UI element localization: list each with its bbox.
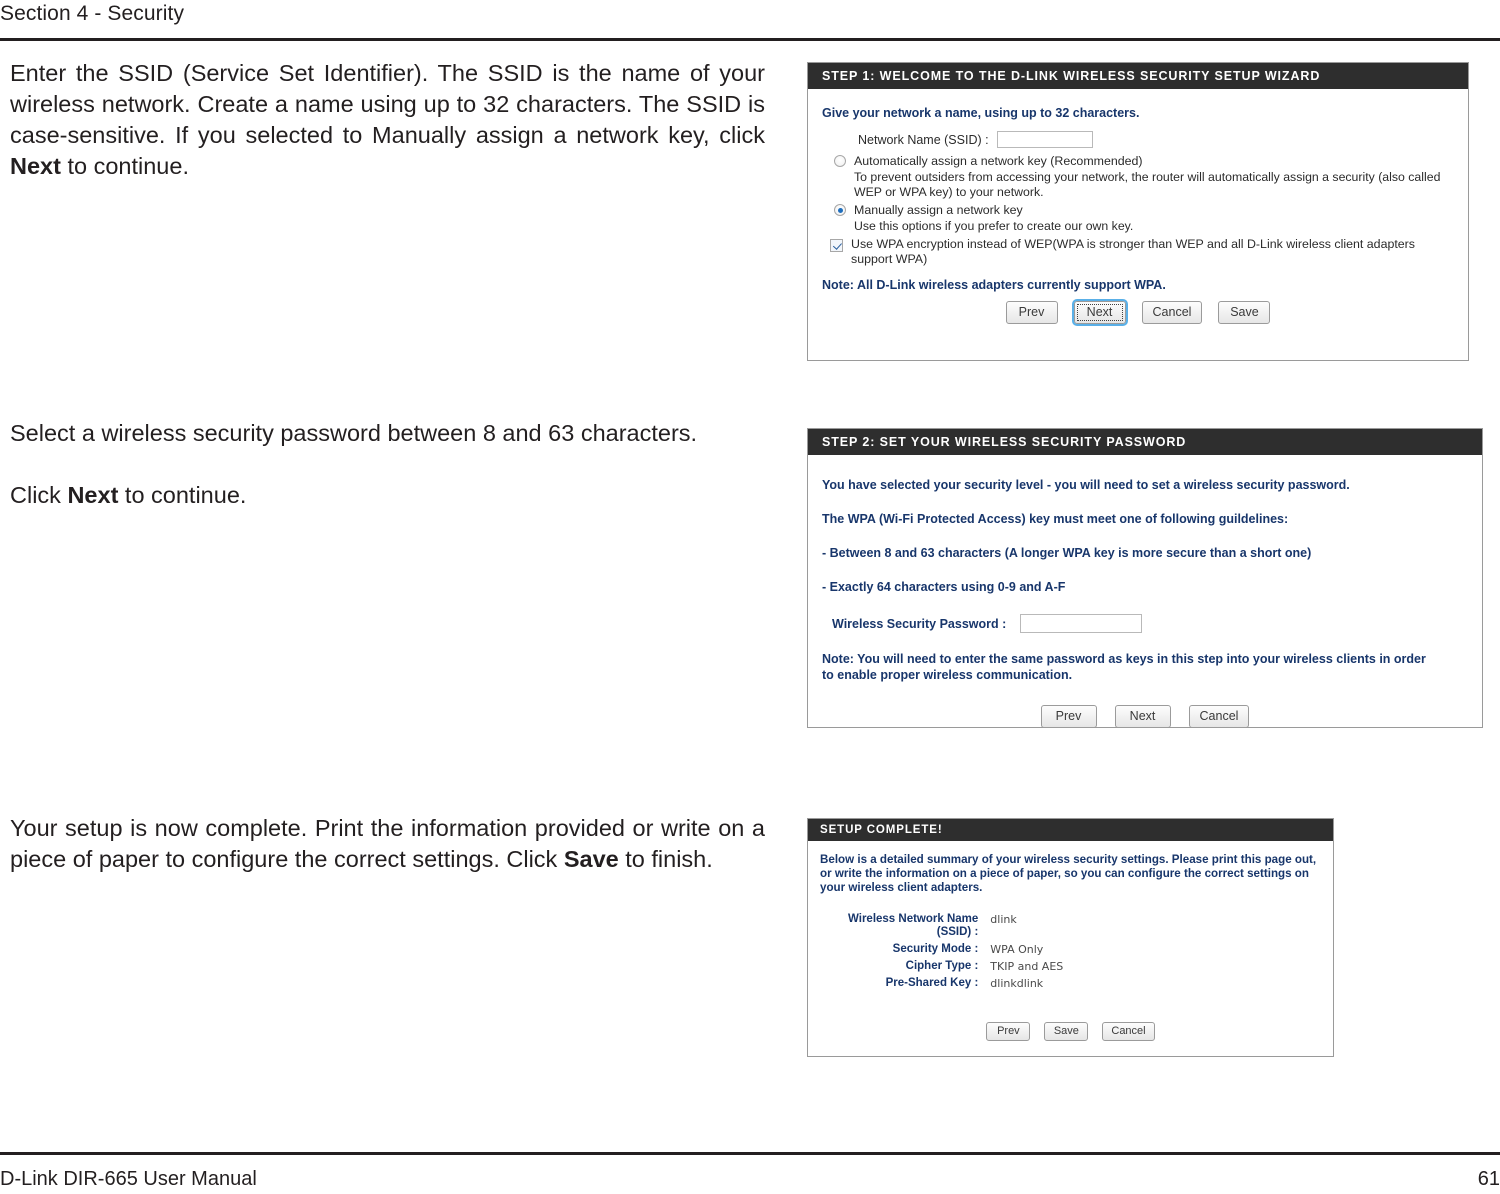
step2-line3: - Between 8 and 63 characters (A longer … [822, 546, 1312, 560]
ssid-input[interactable] [996, 131, 1093, 148]
paragraph-step2-bold-next: Next [67, 482, 119, 508]
wireless-summary-table: Wireless Network Name (SSID) : dlink Sec… [848, 911, 1063, 992]
paragraph-step1-text-a: Enter the SSID (Service Set Identifier).… [10, 60, 765, 148]
manual-key-option-row[interactable]: Manually assign a network key [834, 203, 1454, 218]
complete-prev-button[interactable]: Prev [986, 1022, 1031, 1041]
paragraph-step1: Enter the SSID (Service Set Identifier).… [10, 58, 765, 182]
auto-key-radio[interactable] [834, 155, 846, 167]
summary-value-security-mode: WPA Only [990, 943, 1044, 956]
step1-save-button[interactable]: Save [1218, 301, 1271, 324]
step2-next-button[interactable]: Next [1114, 705, 1171, 728]
step2-panel-title: STEP 2: SET YOUR WIRELESS SECURITY PASSW… [808, 429, 1482, 455]
step1-lead-text: Give your network a name, using up to 32… [822, 106, 1140, 120]
ssid-label: Network Name (SSID) : [858, 132, 989, 147]
paragraph-step2-line2: Click Next to continue. [10, 480, 765, 511]
paragraph-step2-text-b: to continue. [118, 482, 247, 508]
page-footer: D-Link DIR-665 User Manual 61 [0, 1144, 1500, 1194]
step1-note: Note: All D-Link wireless adapters curre… [822, 278, 1166, 292]
step1-next-button[interactable]: Next [1071, 299, 1128, 326]
step2-line2: The WPA (Wi-Fi Protected Access) key mus… [822, 512, 1289, 526]
step1-prev-button[interactable]: Prev [1005, 301, 1058, 324]
step2-prev-button[interactable]: Prev [1040, 705, 1097, 728]
table-row: Cipher Type : TKIP and AES [848, 958, 1064, 975]
summary-key-pre-shared-key: Pre-Shared Key : [885, 977, 979, 989]
auto-key-option-row[interactable]: Automatically assign a network key (Reco… [834, 154, 1454, 169]
password-label: Wireless Security Password : [832, 616, 1007, 631]
password-field-row: Wireless Security Password : [832, 614, 1468, 633]
table-row: Wireless Network Name (SSID) : dlink [848, 911, 1063, 941]
paragraph-step1-text-b: to continue. [60, 153, 189, 179]
paragraph-step2: Select a wireless security password betw… [10, 418, 765, 511]
page-title: Section 4 - Security [0, 2, 185, 25]
paragraph-step1-bold-next: Next [10, 153, 61, 179]
paragraph-step2-line1: Select a wireless security password betw… [10, 420, 698, 446]
step2-panel-body: You have selected your security level - … [808, 455, 1482, 738]
setup-complete-panel-body: Below is a detailed summary of your wire… [808, 841, 1333, 1049]
wpa-encryption-option-row[interactable]: Use WPA encryption instead of WEP(WPA is… [830, 237, 1454, 267]
step2-note: Note: You will need to enter the same pa… [822, 652, 1426, 682]
step2-panel: STEP 2: SET YOUR WIRELESS SECURITY PASSW… [807, 428, 1483, 728]
footer-page-number: 61 [1477, 1168, 1500, 1190]
paragraph-complete: Your setup is now complete. Print the in… [10, 813, 765, 875]
complete-cancel-button[interactable]: Cancel [1102, 1022, 1155, 1041]
footer-divider [0, 1152, 1500, 1155]
summary-value-pre-shared-key: dlinkdlink [990, 977, 1044, 990]
step1-panel-title: STEP 1: WELCOME TO THE D-LINK WIRELESS S… [808, 63, 1468, 89]
paragraph-step2-spacer [10, 449, 765, 480]
wpa-encryption-label: Use WPA encryption instead of WEP(WPA is… [851, 237, 1416, 266]
manual-key-radio[interactable] [834, 204, 846, 216]
auto-key-description: To prevent outsiders from accessing your… [854, 170, 1441, 199]
auto-key-label: Automatically assign a network key (Reco… [854, 154, 1143, 168]
setup-complete-panel: SETUP COMPLETE! Below is a detailed summ… [807, 818, 1334, 1057]
setup-complete-panel-title: SETUP COMPLETE! [808, 819, 1333, 841]
ssid-field-row: Network Name (SSID) : [858, 131, 1454, 148]
paragraph-complete-bold-save: Save [563, 846, 619, 872]
manual-key-label: Manually assign a network key [854, 203, 1023, 217]
setup-complete-intro: Below is a detailed summary of your wire… [820, 853, 1317, 894]
summary-value-cipher-type: TKIP and AES [990, 960, 1064, 973]
table-row: Pre-Shared Key : dlinkdlink [848, 975, 1063, 992]
page-header: Section 4 - Security [0, 0, 1500, 44]
summary-value-ssid: dlink [990, 913, 1017, 926]
paragraph-step2-text-a: Click [10, 482, 68, 508]
complete-save-button[interactable]: Save [1044, 1022, 1089, 1041]
table-row: Security Mode : WPA Only [848, 941, 1063, 958]
summary-key-security-mode: Security Mode : [892, 943, 979, 955]
password-input[interactable] [1020, 614, 1143, 633]
summary-key-cipher-type: Cipher Type : [905, 960, 979, 972]
step2-cancel-button[interactable]: Cancel [1188, 705, 1250, 728]
footer-manual-name: D-Link DIR-665 User Manual [0, 1168, 257, 1190]
step2-button-row: Prev Next Cancel [822, 705, 1468, 728]
summary-key-ssid: Wireless Network Name (SSID) : [848, 913, 979, 938]
paragraph-complete-text-b: to finish. [618, 846, 713, 872]
step1-panel: STEP 1: WELCOME TO THE D-LINK WIRELESS S… [807, 62, 1469, 361]
setup-complete-button-row: Prev Save Cancel [820, 1022, 1321, 1041]
step1-cancel-button[interactable]: Cancel [1141, 301, 1203, 324]
step2-line4: - Exactly 64 characters using 0-9 and A-… [822, 580, 1066, 594]
manual-key-description: Use this options if you prefer to create… [854, 219, 1134, 233]
step2-line1: You have selected your security level - … [822, 478, 1350, 492]
wpa-encryption-checkbox[interactable] [830, 239, 843, 252]
header-divider [0, 38, 1500, 41]
focus-dash-icon [1076, 304, 1123, 321]
step1-panel-body: Give your network a name, using up to 32… [808, 89, 1468, 334]
step1-button-row: Prev Next Cancel Save [822, 299, 1454, 326]
